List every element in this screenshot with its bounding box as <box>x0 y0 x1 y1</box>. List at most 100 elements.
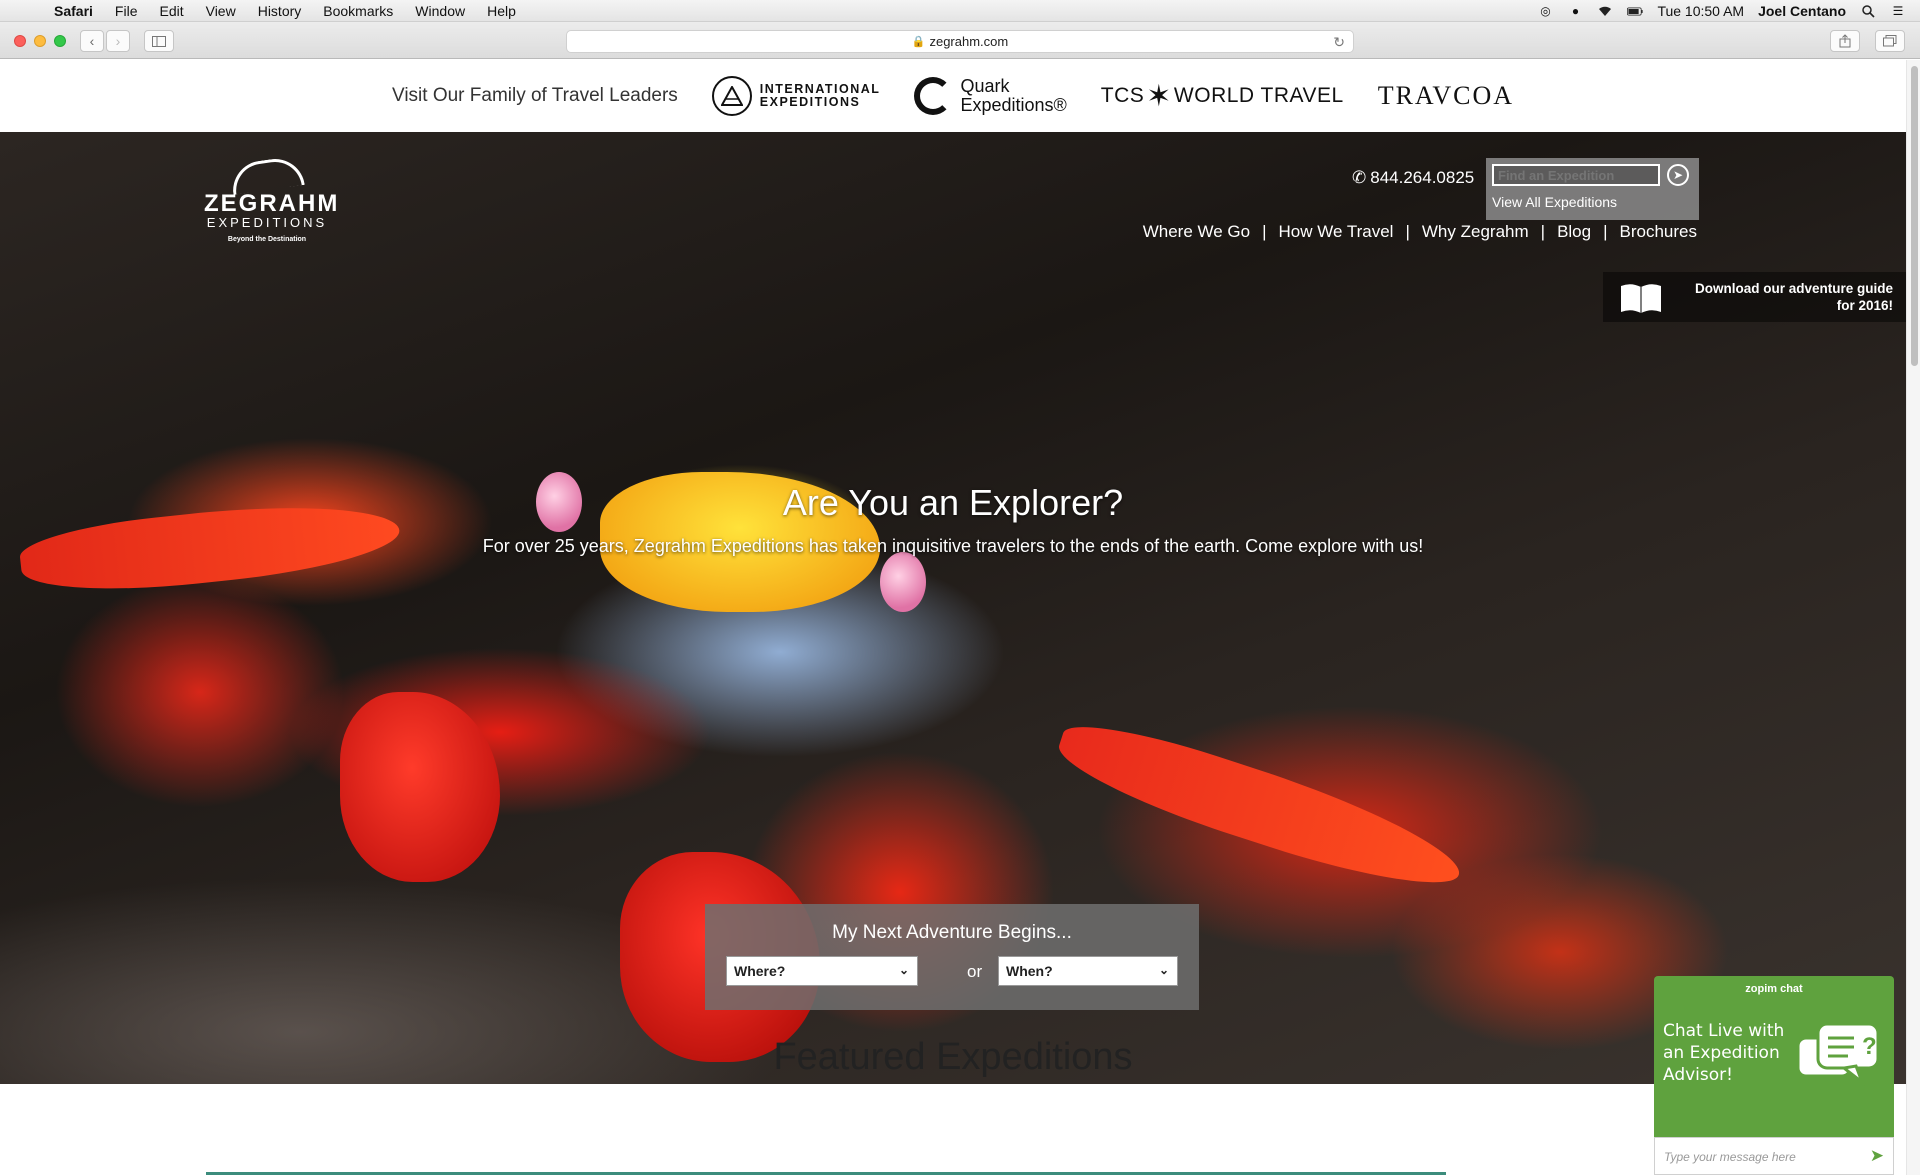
creative-cloud-icon[interactable]: ◎ <box>1537 4 1553 18</box>
phone-text: 844.264.0825 <box>1370 168 1475 187</box>
logo-sub: EXPEDITIONS <box>206 215 328 230</box>
spotlight-search-icon[interactable] <box>1860 4 1876 18</box>
chevron-down-icon: ⌄ <box>1158 963 1169 977</box>
hero-subtitle: For over 25 years, Zegrahm Expeditions h… <box>482 536 1424 556</box>
send-icon[interactable]: ➤ <box>1870 1146 1884 1166</box>
scrollbar-thumb[interactable] <box>1911 66 1918 366</box>
main-nav: Where We Go | How We Travel | Why Zegrah… <box>1143 222 1697 242</box>
compass-icon[interactable]: ➤ <box>1667 164 1689 186</box>
brand-international-expeditions[interactable]: INTERNATIONAL EXPEDITIONS <box>711 76 881 116</box>
view-all-expeditions-link[interactable]: View All Expeditions <box>1492 194 1617 210</box>
nav-how-we-travel[interactable]: How We Travel <box>1279 222 1394 242</box>
nav-separator: | <box>1603 222 1608 241</box>
logo-name: ZEGRAHM <box>204 190 340 217</box>
hero-title: Are You an Explorer? <box>782 482 1124 523</box>
adventure-title: My Next Adventure Begins... <box>832 922 1072 943</box>
menu-edit[interactable]: Edit <box>159 3 183 19</box>
tcs-star-icon: ✶ <box>1146 79 1172 113</box>
ie-line2: EXPEDITIONS <box>759 95 861 109</box>
menu-window[interactable]: Window <box>415 3 465 19</box>
notification-center-icon[interactable]: ☰ <box>1890 4 1906 18</box>
where-select-value: Where? <box>734 963 786 979</box>
find-expedition-input[interactable] <box>1492 164 1660 186</box>
sidebar-toggle-button[interactable] <box>144 30 174 52</box>
skype-icon[interactable]: ● <box>1567 4 1583 18</box>
travcoa-text: TRAVCOA <box>1377 81 1515 110</box>
chat-bubble-icon: ? <box>1796 1022 1880 1087</box>
family-label: Visit Our Family of Travel Leaders <box>391 85 678 106</box>
brand-travcoa[interactable]: TRAVCOA <box>1378 81 1514 111</box>
hero-banner: ZEGRAHM EXPEDITIONS Beyond the Destinati… <box>0 132 1906 1084</box>
family-of-brands-bar: Visit Our Family of Travel Leaders INTER… <box>0 60 1906 132</box>
find-expedition-box: ➤ View All Expeditions <box>1486 158 1699 220</box>
when-select[interactable]: When? ⌄ <box>998 956 1178 986</box>
menubar-user[interactable]: Joel Centano <box>1758 3 1846 19</box>
quark-line1: Quark <box>960 76 1010 96</box>
chat-input[interactable]: Type your message here <box>1654 1137 1894 1175</box>
book-icon <box>1619 282 1663 313</box>
menubar-clock[interactable]: Tue 10:50 AM <box>1657 3 1744 19</box>
forward-button[interactable]: › <box>106 30 130 52</box>
brand-tcs-world-travel[interactable]: TCS ✶ WORLD TRAVEL <box>1101 79 1344 114</box>
nav-brochures[interactable]: Brochures <box>1620 222 1697 242</box>
chevron-down-icon: ⌄ <box>898 963 909 977</box>
nav-where-we-go[interactable]: Where We Go <box>1143 222 1250 242</box>
nav-why-zegrahm[interactable]: Why Zegrahm <box>1422 222 1529 242</box>
logo-tagline: Beyond the Destination <box>227 236 307 243</box>
window-minimize-button[interactable] <box>34 35 46 47</box>
crab-eye-right <box>880 552 926 612</box>
sidebar-icon <box>152 35 166 47</box>
window-fullscreen-button[interactable] <box>54 35 66 47</box>
ie-line1: INTERNATIONAL <box>759 82 881 96</box>
tabs-icon <box>1883 35 1897 47</box>
nav-separator: | <box>1262 222 1267 241</box>
menubar-status-area: ◎ ● Tue 10:50 AM Joel Centano ☰ <box>1537 0 1906 22</box>
window-close-button[interactable] <box>14 35 26 47</box>
or-label: or <box>967 962 983 981</box>
menu-bookmarks[interactable]: Bookmarks <box>323 3 393 19</box>
tcs-right: WORLD TRAVEL <box>1173 84 1344 107</box>
share-icon <box>1839 34 1851 48</box>
quark-line2: Expeditions® <box>960 95 1067 115</box>
nav-separator: | <box>1540 222 1546 241</box>
featured-expeditions-heading: Featured Expeditions <box>773 1036 1133 1078</box>
where-select[interactable]: Where? ⌄ <box>726 956 918 986</box>
svg-text:?: ? <box>1862 1033 1877 1060</box>
wifi-icon[interactable] <box>1597 4 1613 18</box>
phone-icon: ✆ <box>1352 168 1367 187</box>
menu-history[interactable]: History <box>258 3 302 19</box>
chevron-right-icon: › <box>115 33 121 49</box>
chevron-left-icon: ‹ <box>89 33 95 49</box>
nav-blog[interactable]: Blog <box>1557 222 1591 242</box>
safari-toolbar: ‹ › 🔒 zegrahm.com ↻ <box>0 22 1920 59</box>
tabs-overview-button[interactable] <box>1875 30 1905 52</box>
tcs-left: TCS <box>1100 84 1145 107</box>
adventure-guide-banner[interactable]: Download our adventure guide for 2016! <box>1603 272 1906 322</box>
menu-view[interactable]: View <box>206 3 236 19</box>
address-url: zegrahm.com <box>929 34 1009 49</box>
adventure-search-box: My Next Adventure Begins... Where? ⌄ or … <box>705 904 1199 1010</box>
macos-menubar: Safari File Edit View History Bookmarks … <box>0 0 1920 22</box>
reload-icon[interactable]: ↻ <box>1333 34 1345 51</box>
zopim-chat-widget[interactable]: zopim chat Chat Live with an Expedition … <box>1654 976 1894 1175</box>
battery-icon[interactable] <box>1627 4 1644 18</box>
menu-app-safari[interactable]: Safari <box>54 3 93 19</box>
share-button[interactable] <box>1830 30 1860 52</box>
menu-help[interactable]: Help <box>487 3 516 19</box>
guide-text: Download our adventure guide for 2016! <box>1694 281 1893 313</box>
menu-file[interactable]: File <box>115 3 138 19</box>
international-expeditions-logo-icon <box>711 76 752 116</box>
phone-number[interactable]: ✆ 844.264.0825 <box>1352 168 1474 188</box>
zopim-logo: zopim chat <box>1745 983 1803 995</box>
zegrahm-arc-icon <box>229 155 305 195</box>
quark-logo-icon <box>914 77 953 115</box>
zegrahm-logo[interactable]: ZEGRAHM EXPEDITIONS Beyond the Destinati… <box>204 155 340 243</box>
nav-separator: | <box>1405 222 1410 241</box>
chat-message: Chat Live with an Expedition Advisor! <box>1663 1021 1785 1085</box>
lock-icon: 🔒 <box>911 36 926 48</box>
brand-quark-expeditions[interactable]: Quark Expeditions® <box>914 76 1067 115</box>
address-bar[interactable]: 🔒 zegrahm.com ↻ <box>566 30 1354 53</box>
page-scrollbar[interactable] <box>1906 60 1920 1175</box>
back-button[interactable]: ‹ <box>80 30 104 52</box>
when-select-value: When? <box>1006 963 1053 979</box>
